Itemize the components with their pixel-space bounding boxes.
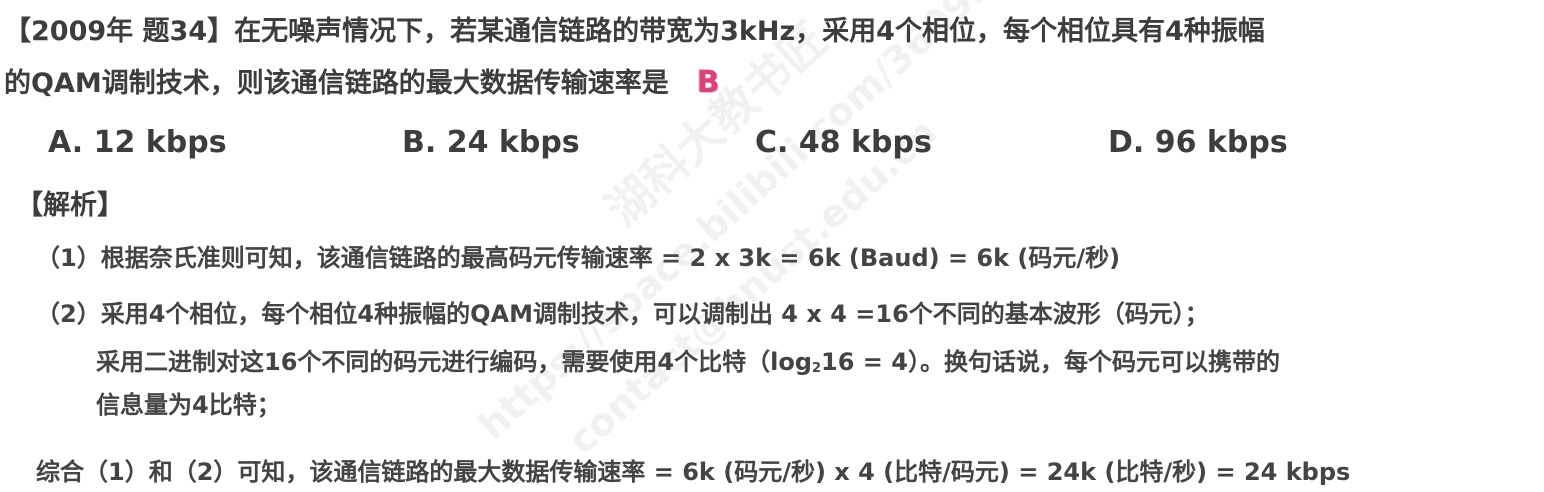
step-2-text-post: 16 = 4）。换句话说，每个码元可以携带的 [821, 348, 1280, 376]
analysis-step-2-line-1: （2）采用4个相位，每个相位4种振幅的QAM调制技术，可以调制出 4 x 4 =… [36, 300, 1209, 328]
log-base-subscript: 2 [812, 361, 822, 376]
option-b: B. 24 kbps [402, 125, 580, 160]
answer-mark: B [696, 65, 720, 100]
analysis-heading: 【解析】 [16, 190, 124, 221]
watermark-email: contact@hnust.edu.cn [560, 109, 946, 463]
question-line-2: 的QAM调制技术，则该通信链路的最大数据传输速率是 B [4, 68, 720, 98]
option-d: D. 96 kbps [1108, 125, 1288, 160]
analysis-step-2-line-2: 采用二进制对这16个不同的码元进行编码，需要使用4个比特（log216 = 4）… [96, 350, 1280, 375]
option-a: A. 12 kbps [48, 125, 227, 160]
option-c: C. 48 kbps [755, 125, 932, 160]
analysis-conclusion: 综合（1）和（2）可知，该通信链路的最大数据传输速率 = 6k (码元/秒) x… [36, 458, 1351, 486]
analysis-step-1: （1）根据奈氏准则可知，该通信链路的最高码元传输速率 = 2 x 3k = 6k… [36, 244, 1121, 272]
question-line-1: 【2009年 题34】在无噪声情况下，若某通信链路的带宽为3kHz，采用4个相位… [4, 16, 1265, 47]
question-text: 的QAM调制技术，则该通信链路的最大数据传输速率是 [4, 68, 669, 99]
step-2-text-pre: 采用二进制对这16个不同的码元进行编码，需要使用4个比特（log [96, 348, 812, 376]
analysis-step-2-line-3: 信息量为4比特； [96, 391, 281, 419]
